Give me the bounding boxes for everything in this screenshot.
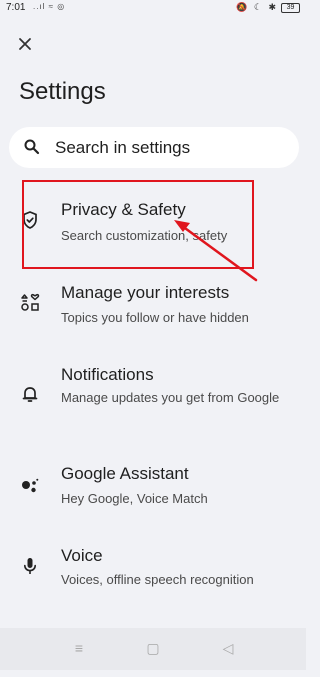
item-title: Manage your interests [61,283,230,302]
item-subtitle: Topics you follow or have hidden [61,310,249,325]
status-bar: 7:01 ..ıl ≈ ◎ 🔕 ☾ ✱ 39 [0,0,306,16]
search-placeholder: Search in settings [55,138,191,157]
battery-icon: 39 [281,3,300,13]
search-icon [24,139,40,155]
settings-item-manage-interests[interactable]: Manage your interests Topics you follow … [0,272,306,342]
assistant-icon [22,478,39,493]
item-title: Notifications [61,365,154,384]
signal-wifi-icons: ..ıl ≈ ◎ [33,2,66,11]
status-time: 7:01 [6,2,26,13]
interests-icon [21,293,40,311]
settings-item-google-assistant[interactable]: Google Assistant Hey Google, Voice Match [0,455,306,525]
mic-icon [24,558,36,574]
item-subtitle: Hey Google, Voice Match [61,491,208,506]
system-nav-bar: ≡ ▢ ◁ [0,628,306,670]
settings-item-voice[interactable]: Voice Voices, offline speech recognition [0,537,306,607]
item-title: Google Assistant [61,464,189,483]
home-nav-button[interactable]: ▢ [145,640,161,656]
page-title: Settings [19,78,106,105]
item-subtitle: Voices, offline speech recognition [61,572,254,587]
menu-nav-button[interactable]: ≡ [71,640,87,656]
back-nav-button[interactable]: ◁ [220,640,236,656]
status-right-icons: 🔕 ☾ ✱ [236,2,278,12]
search-bar[interactable]: Search in settings [9,127,299,168]
item-subtitle: Manage updates you get from Google [61,390,280,405]
close-icon [19,38,31,50]
settings-item-notifications[interactable]: Notifications Manage updates you get fro… [0,355,306,435]
annotation-highlight-box [22,180,254,269]
bell-icon [22,387,38,402]
item-title: Voice [61,546,103,565]
close-button[interactable] [14,33,36,55]
